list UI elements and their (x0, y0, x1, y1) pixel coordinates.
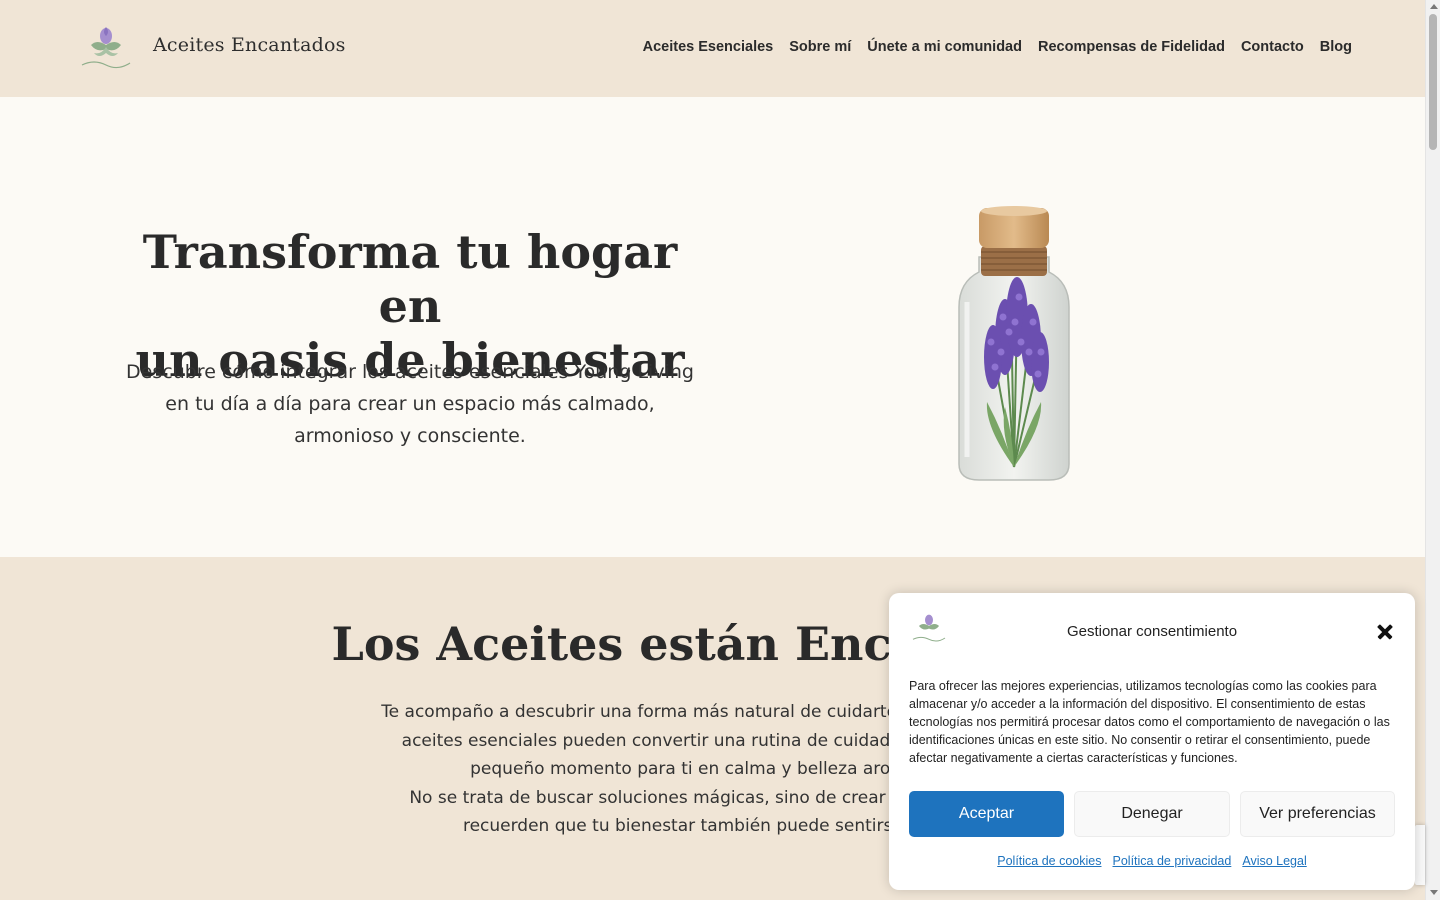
nav-aceites-esenciales[interactable]: Aceites Esenciales (643, 39, 774, 55)
main-nav: Aceites Esenciales Sobre mí Únete a mi c… (643, 39, 1352, 55)
hero-subtitle: Descubre cómo integrar los aceites esenc… (126, 361, 694, 447)
recaptcha-badge[interactable] (1415, 825, 1425, 885)
consent-body: Para ofrecer las mejores experiencias, u… (909, 679, 1390, 765)
lavender-flower-logo[interactable] (79, 23, 133, 73)
site-title[interactable]: Aceites Encantados (153, 34, 346, 56)
scrollbar-thumb[interactable] (1429, 14, 1437, 150)
close-icon[interactable] (1374, 621, 1396, 643)
lavender-bottle-image (958, 206, 1070, 481)
consent-links: Política de cookies Política de privacid… (889, 854, 1415, 868)
hero-title-line1: Transforma tu hogar en (142, 225, 678, 333)
scroll-up-icon[interactable] (1430, 4, 1438, 9)
legal-notice-link[interactable]: Aviso Legal (1242, 854, 1306, 868)
site-header: Aceites Encantados Aceites Esenciales So… (0, 0, 1425, 97)
nav-sobre-mi[interactable]: Sobre mí (789, 39, 851, 55)
scroll-down-icon[interactable] (1430, 890, 1438, 895)
nav-blog[interactable]: Blog (1320, 39, 1352, 55)
cookie-policy-link[interactable]: Política de cookies (997, 854, 1101, 868)
cookie-consent-dialog: Gestionar consentimiento Para ofrecer la… (889, 593, 1415, 890)
consent-title: Gestionar consentimiento (1066, 623, 1238, 640)
nav-contacto[interactable]: Contacto (1241, 39, 1304, 55)
hero-section: Transforma tu hogar en un oasis de biene… (0, 97, 1425, 557)
accept-button[interactable]: Aceptar (909, 791, 1064, 837)
nav-recompensas-fidelidad[interactable]: Recompensas de Fidelidad (1038, 39, 1225, 55)
view-preferences-button[interactable]: Ver preferencias (1240, 791, 1395, 837)
deny-button[interactable]: Denegar (1074, 791, 1230, 837)
nav-unete-comunidad[interactable]: Únete a mi comunidad (867, 39, 1022, 55)
privacy-policy-link[interactable]: Política de privacidad (1113, 854, 1232, 868)
page-scrollbar[interactable] (1425, 0, 1440, 900)
